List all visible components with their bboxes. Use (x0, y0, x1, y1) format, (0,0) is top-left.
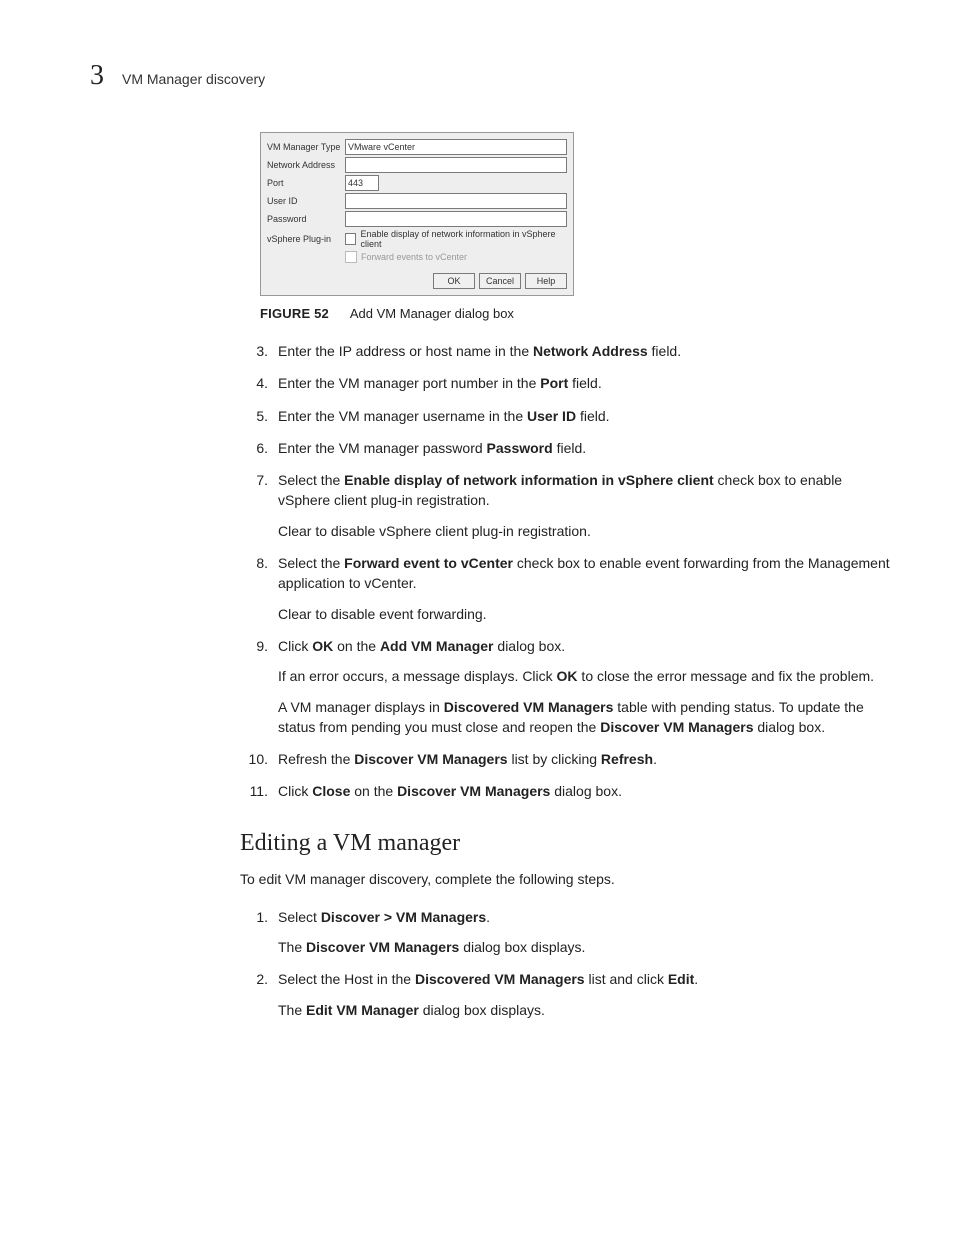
step-number: 5. (240, 406, 278, 426)
step-number: 2. (240, 969, 278, 1020)
chapter-number: 3 (90, 60, 104, 92)
vm-type-field[interactable]: VMware vCenter (345, 139, 567, 155)
step-body: Click OK on the Add VM Manager dialog bo… (278, 636, 894, 737)
step-number: 3. (240, 341, 278, 361)
page: 3 VM Manager discovery VM Manager Type V… (0, 0, 954, 1096)
step-item: 6.Enter the VM manager password Password… (240, 438, 894, 458)
page-header: 3 VM Manager discovery (90, 60, 894, 92)
step-body: Select the Forward event to vCenter chec… (278, 553, 894, 624)
user-id-label: User ID (267, 196, 345, 206)
forward-events-checkbox-label: Forward events to vCenter (361, 252, 467, 262)
vsphere-plugin-label: vSphere Plug-in (267, 234, 345, 244)
step-item: 7.Select the Enable display of network i… (240, 470, 894, 541)
subsection-heading: Editing a VM manager (240, 830, 894, 857)
add-vm-manager-dialog: VM Manager Type VMware vCenter Network A… (260, 132, 574, 296)
step-number: 1. (240, 907, 278, 958)
subsection-steps-list: 1.Select Discover > VM Managers.The Disc… (240, 907, 894, 1020)
step-item: 4.Enter the VM manager port number in th… (240, 373, 894, 393)
step-body: Enter the VM manager port number in the … (278, 373, 894, 393)
enable-display-checkbox[interactable] (345, 233, 356, 245)
cancel-button[interactable]: Cancel (479, 273, 521, 289)
step-item: 8.Select the Forward event to vCenter ch… (240, 553, 894, 624)
step-number: 6. (240, 438, 278, 458)
step-body: Select the Host in the Discovered VM Man… (278, 969, 894, 1020)
step-number: 10. (240, 749, 278, 769)
main-steps-list: 3.Enter the IP address or host name in t… (240, 341, 894, 802)
figure-caption: FIGURE 52 Add VM Manager dialog box (260, 306, 894, 321)
vm-type-label: VM Manager Type (267, 142, 345, 152)
step-item: 3.Enter the IP address or host name in t… (240, 341, 894, 361)
step-number: 9. (240, 636, 278, 737)
port-label: Port (267, 178, 345, 188)
port-field[interactable]: 443 (345, 175, 379, 191)
step-item: 2.Select the Host in the Discovered VM M… (240, 969, 894, 1020)
password-label: Password (267, 214, 345, 224)
step-item: 9.Click OK on the Add VM Manager dialog … (240, 636, 894, 737)
forward-events-checkbox[interactable] (345, 251, 357, 263)
step-body: Refresh the Discover VM Managers list by… (278, 749, 894, 769)
step-item: 1.Select Discover > VM Managers.The Disc… (240, 907, 894, 958)
step-number: 4. (240, 373, 278, 393)
step-body: Select Discover > VM Managers.The Discov… (278, 907, 894, 958)
step-body: Enter the VM manager username in the Use… (278, 406, 894, 426)
subsection-intro: To edit VM manager discovery, complete t… (240, 871, 894, 887)
user-id-field[interactable] (345, 193, 567, 209)
step-body: Enter the VM manager password Password f… (278, 438, 894, 458)
enable-display-checkbox-label: Enable display of network information in… (360, 229, 567, 249)
step-body: Click Close on the Discover VM Managers … (278, 781, 894, 801)
help-button[interactable]: Help (525, 273, 567, 289)
step-body: Enter the IP address or host name in the… (278, 341, 894, 361)
password-field[interactable] (345, 211, 567, 227)
step-body: Select the Enable display of network inf… (278, 470, 894, 541)
step-number: 11. (240, 781, 278, 801)
step-item: 10.Refresh the Discover VM Managers list… (240, 749, 894, 769)
figure-caption-text: Add VM Manager dialog box (350, 306, 514, 321)
network-address-label: Network Address (267, 160, 345, 170)
step-number: 7. (240, 470, 278, 541)
step-number: 8. (240, 553, 278, 624)
figure-number: FIGURE 52 (260, 306, 329, 321)
network-address-field[interactable] (345, 157, 567, 173)
step-item: 5.Enter the VM manager username in the U… (240, 406, 894, 426)
section-title: VM Manager discovery (122, 71, 265, 87)
step-item: 11.Click Close on the Discover VM Manage… (240, 781, 894, 801)
ok-button[interactable]: OK (433, 273, 475, 289)
